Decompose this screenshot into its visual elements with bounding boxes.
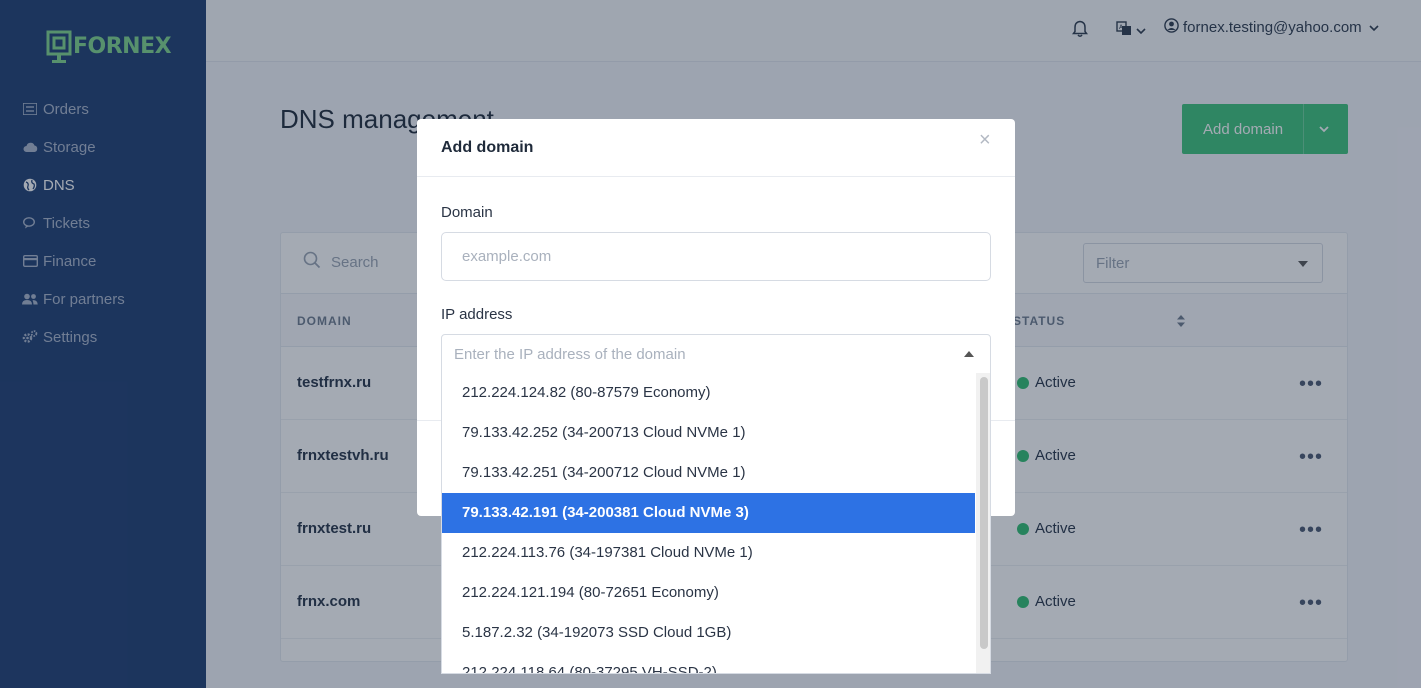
caret-up-icon	[964, 351, 974, 357]
ip-option[interactable]: 212.224.124.82 (80-87579 Economy)	[442, 373, 975, 413]
ip-address-dropdown[interactable]: 212.224.124.82 (80-87579 Economy) 79.133…	[441, 373, 991, 674]
ip-option[interactable]: 212.224.118.64 (80-37295 VH-SSD-2)	[442, 653, 975, 673]
ip-option[interactable]: 212.224.113.76 (34-197381 Cloud NVMe 1)	[442, 533, 975, 573]
ip-option[interactable]: 79.133.42.252 (34-200713 Cloud NVMe 1)	[442, 413, 975, 453]
ip-option-highlighted[interactable]: 79.133.42.191 (34-200381 Cloud NVMe 3)	[442, 493, 975, 533]
domain-field-label: Domain	[441, 204, 493, 221]
dropdown-scrollbar[interactable]	[980, 377, 988, 649]
modal-header: Add domain ×	[417, 119, 1015, 177]
ip-option[interactable]: 5.187.2.32 (34-192073 SSD Cloud 1GB)	[442, 613, 975, 653]
modal-title: Add domain	[441, 139, 534, 156]
domain-input[interactable]	[441, 232, 991, 281]
ip-field-label: IP address	[441, 306, 513, 323]
ip-select-placeholder: Enter the IP address of the domain	[454, 345, 686, 363]
close-icon[interactable]: ×	[979, 129, 991, 152]
ip-option[interactable]: 79.133.42.251 (34-200712 Cloud NVMe 1)	[442, 453, 975, 493]
ip-option[interactable]: 212.224.121.194 (80-72651 Economy)	[442, 573, 975, 613]
ip-address-select[interactable]: Enter the IP address of the domain	[441, 334, 991, 374]
